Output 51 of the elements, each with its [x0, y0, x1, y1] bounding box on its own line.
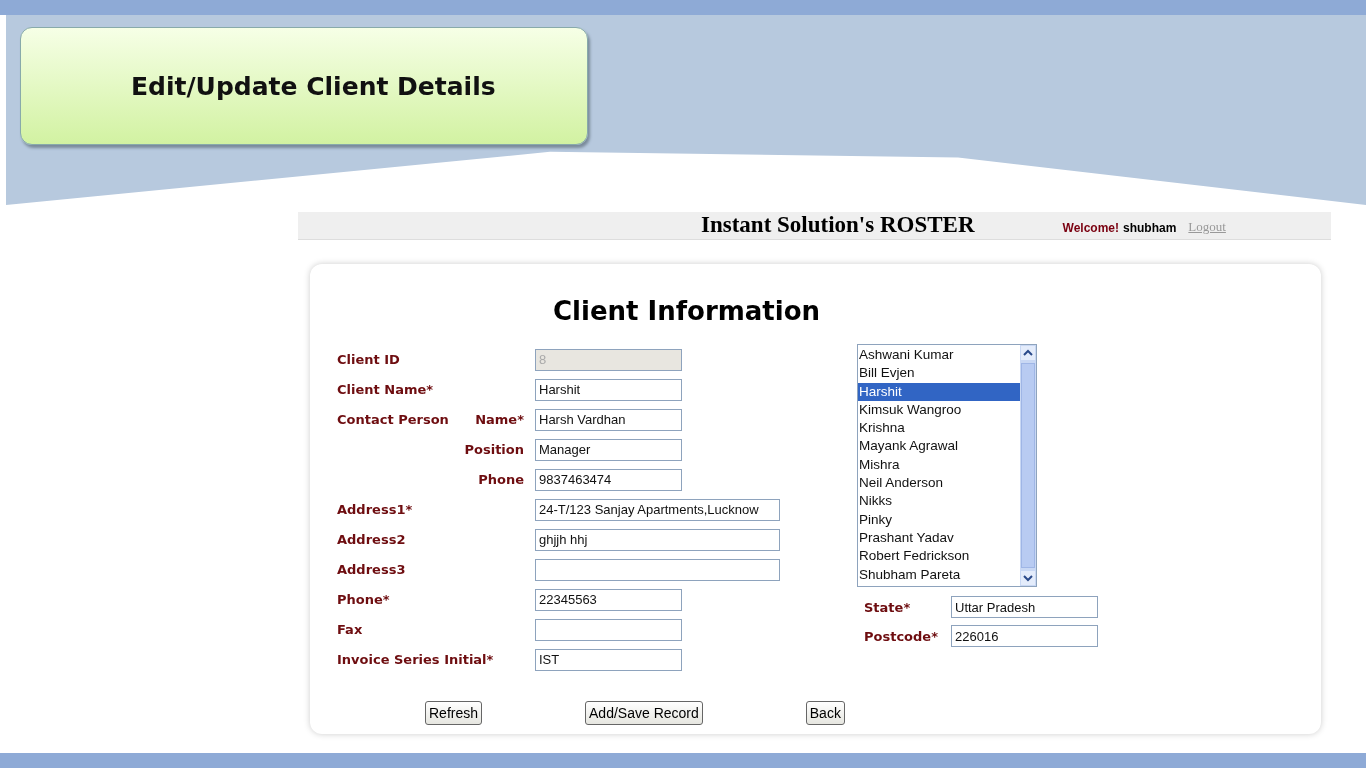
text-field[interactable]: 24-T/123 Sanjay Apartments,Lucknow: [535, 498, 780, 521]
list-item[interactable]: Mishra: [858, 455, 1020, 475]
form-heading: Client Information: [553, 296, 822, 326]
list-item[interactable]: Krishna: [858, 419, 1020, 438]
slide-title: Edit/Update Client Details: [131, 71, 496, 101]
list-item[interactable]: Ashwani Kumar: [858, 346, 1020, 365]
field-label: State*: [864, 599, 912, 615]
text-field[interactable]: [535, 558, 780, 581]
field-label: Phone: [478, 472, 524, 487]
text-field[interactable]: Uttar Pradesh: [951, 596, 1098, 618]
list-item[interactable]: Bill Evjen: [858, 364, 1020, 383]
list-item[interactable]: Prashant Yadav: [858, 528, 1020, 548]
scroll-up-icon[interactable]: [1021, 346, 1035, 360]
text-field[interactable]: 22345563: [535, 588, 682, 611]
form-button[interactable]: Add/Save Record: [585, 701, 703, 726]
field-label: Address1*: [337, 502, 413, 517]
field-label: Postcode*: [864, 628, 939, 644]
form-button[interactable]: Back: [805, 701, 845, 726]
field-label: Client Name*: [337, 382, 434, 397]
text-field[interactable]: 9837463474: [535, 468, 682, 491]
text-field[interactable]: 226016: [951, 625, 1098, 647]
client-listbox[interactable]: Ashwani Kumar Bill Evjen Harshit Kimsuk Wangroo Krishna Mayank Agrawal Mishra Neil Anderson Nikks Pinky Prashant Yadav Robert Fedrickson Shubham Pareta: [857, 344, 1037, 587]
list-item[interactable]: Kimsuk Wangroo: [858, 400, 1020, 420]
scrollbar[interactable]: [1020, 345, 1036, 586]
field-label: Address2: [337, 532, 406, 547]
field-label: Fax: [337, 622, 363, 637]
list-item[interactable]: Pinky: [858, 510, 1020, 529]
list-item[interactable]: Neil Anderson: [858, 474, 1020, 493]
user-name: shubham: [1123, 221, 1177, 235]
list-item[interactable]: Robert Fedrickson: [858, 547, 1020, 566]
text-field[interactable]: ghjjh hhj: [535, 528, 780, 551]
field-label: Client ID: [337, 352, 400, 367]
welcome-text: Welcome!: [1062, 221, 1119, 235]
field-label: Invoice Series Initial*: [337, 652, 494, 667]
form-button[interactable]: Refresh: [425, 701, 483, 726]
text-field[interactable]: IST: [535, 648, 682, 671]
text-field[interactable]: Manager: [535, 438, 682, 461]
list-item[interactable]: Mayank Agrawal: [858, 437, 1020, 456]
field-label: Address3: [337, 562, 406, 577]
site-title: Instant Solution's ROSTER: [701, 212, 975, 238]
list-item[interactable]: Nikks: [858, 492, 1020, 511]
field-label: Contact Person: [337, 412, 449, 427]
field-label: Name*: [475, 412, 524, 427]
list-item[interactable]: Shubham Pareta: [858, 565, 1020, 584]
text-field[interactable]: Harsh Vardhan: [535, 408, 682, 431]
field-label: Position: [464, 442, 524, 457]
field-label: Phone*: [337, 592, 390, 607]
scroll-down-icon[interactable]: [1021, 571, 1035, 585]
text-field[interactable]: [535, 618, 682, 641]
list-item[interactable]: Harshit: [858, 382, 1020, 401]
text-field[interactable]: Harshit: [535, 378, 682, 401]
